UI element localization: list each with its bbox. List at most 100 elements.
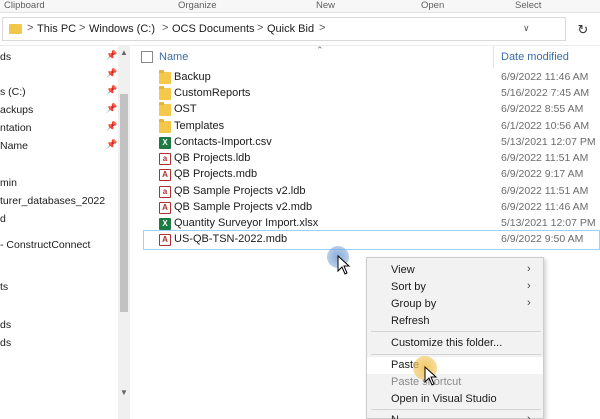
nav-item-label: ts bbox=[0, 281, 9, 293]
scroll-up-icon[interactable]: ▲ bbox=[120, 48, 128, 57]
file-name: QB Sample Projects v2.mdb bbox=[174, 201, 313, 213]
file-date: 5/13/2021 12:07 PM bbox=[501, 217, 596, 229]
mouse-pointer-icon bbox=[424, 366, 438, 386]
breadcrumb-windows-c[interactable]: Windows (C:) bbox=[89, 23, 155, 35]
file-date: 6/9/2022 11:51 AM bbox=[501, 152, 589, 164]
column-name-header[interactable]: Name bbox=[159, 51, 188, 63]
menu-item-label: Group by bbox=[391, 298, 437, 310]
file-row[interactable]: Templates 6/1/2022 10:56 AM bbox=[131, 119, 600, 135]
nav-item-label: turer_databases_2022 bbox=[0, 195, 106, 207]
nav-item[interactable]: ds bbox=[0, 334, 114, 352]
ribbon-group-select: Select bbox=[515, 0, 542, 11]
nav-item[interactable]: ntation bbox=[0, 119, 114, 137]
refresh-icon[interactable]: ↻ bbox=[574, 21, 592, 39]
breadcrumb-separator: > bbox=[27, 22, 34, 34]
menu-item-group-by[interactable]: Group by › bbox=[367, 296, 543, 313]
file-row[interactable]: A QB Sample Projects v2.mdb 6/9/2022 11:… bbox=[131, 200, 600, 216]
file-name: QB Sample Projects v2.ldb bbox=[174, 185, 306, 197]
nav-item[interactable]: d bbox=[0, 210, 114, 228]
column-divider[interactable] bbox=[493, 46, 494, 68]
menu-item-paste[interactable]: Paste bbox=[367, 357, 543, 374]
column-header: Name ⌃ Date modified bbox=[131, 45, 600, 68]
breadcrumb-quick-bid[interactable]: Quick Bid bbox=[267, 23, 314, 35]
folder-icon bbox=[159, 70, 171, 84]
nav-item[interactable]: ds bbox=[0, 316, 114, 334]
pin-icon[interactable]: 📌 bbox=[106, 121, 117, 132]
chevron-down-icon[interactable]: ∨ bbox=[523, 23, 530, 34]
nav-scrollbar[interactable]: ▲ ▼ bbox=[118, 46, 130, 419]
menu-item-label: Refresh bbox=[391, 315, 430, 327]
ribbon-group-labels: Clipboard Organize New Open Select bbox=[0, 0, 600, 13]
file-row[interactable]: OST 6/9/2022 8:55 AM bbox=[131, 102, 600, 118]
file-row[interactable]: A QB Projects.mdb 6/9/2022 9:17 AM bbox=[131, 167, 600, 183]
access-lock-file-icon: a bbox=[159, 153, 171, 165]
nav-item[interactable]: turer_databases_2022 bbox=[0, 192, 114, 210]
file-date: 6/1/2022 10:56 AM bbox=[501, 120, 590, 132]
select-all-checkbox[interactable] bbox=[141, 51, 153, 63]
pin-icon[interactable]: 📌 bbox=[106, 103, 117, 114]
file-row[interactable]: CustomReports 5/16/2022 7:45 AM bbox=[131, 86, 600, 102]
ribbon-group-organize: Organize bbox=[178, 0, 217, 11]
scroll-down-icon[interactable]: ▼ bbox=[120, 388, 128, 397]
pin-icon[interactable]: 📌 bbox=[106, 85, 117, 96]
address-bar[interactable]: > This PC > Windows (C:) > OCS Documents… bbox=[2, 17, 566, 41]
file-date: 6/9/2022 9:50 AM bbox=[501, 233, 584, 245]
chevron-right-icon: › bbox=[527, 297, 531, 309]
nav-item[interactable]: ts bbox=[0, 278, 114, 296]
pin-icon[interactable]: 📌 bbox=[106, 68, 117, 79]
nav-item-label: ntation bbox=[0, 122, 32, 134]
file-row-selected[interactable]: A US-QB-TSN-2022.mdb 6/9/2022 9:50 AM bbox=[131, 230, 600, 250]
menu-item-label: Open in Visual Studio bbox=[391, 393, 497, 405]
menu-item-refresh[interactable]: Refresh bbox=[367, 313, 543, 330]
menu-item-sort-by[interactable]: Sort by › bbox=[367, 279, 543, 296]
breadcrumb-separator: > bbox=[257, 22, 264, 34]
address-row: > This PC > Windows (C:) > OCS Documents… bbox=[0, 14, 600, 46]
file-row[interactable]: a QB Sample Projects v2.ldb 6/9/2022 11:… bbox=[131, 184, 600, 200]
folder-icon bbox=[159, 102, 171, 116]
sort-ascending-icon: ⌃ bbox=[316, 45, 324, 55]
nav-item[interactable]: min bbox=[0, 174, 114, 192]
nav-item[interactable]: s (C:) bbox=[0, 83, 114, 101]
nav-item-label: ackups bbox=[0, 104, 34, 116]
folder-icon bbox=[159, 119, 171, 133]
file-row[interactable]: a QB Projects.ldb 6/9/2022 11:51 AM bbox=[131, 151, 600, 167]
file-row[interactable]: X Contacts-Import.csv 5/13/2021 12:07 PM bbox=[131, 135, 600, 151]
file-name: Templates bbox=[174, 120, 225, 132]
nav-item[interactable] bbox=[0, 66, 114, 84]
scrollbar-thumb[interactable] bbox=[120, 94, 128, 312]
file-date: 6/9/2022 11:51 AM bbox=[501, 185, 589, 197]
nav-item[interactable]: ds bbox=[0, 48, 114, 66]
breadcrumb-separator: > bbox=[162, 22, 169, 34]
nav-item-label: - ConstructConnect bbox=[0, 239, 91, 251]
pin-icon[interactable]: 📌 bbox=[106, 139, 117, 150]
nav-item-label: min bbox=[0, 177, 17, 189]
access-database-icon: A bbox=[159, 169, 171, 181]
menu-item-open-in-visual-studio[interactable]: Open in Visual Studio bbox=[367, 391, 543, 408]
folder-icon bbox=[9, 24, 22, 34]
chevron-right-icon: › bbox=[527, 263, 531, 275]
file-name: CustomReports bbox=[174, 87, 251, 99]
access-database-icon: A bbox=[159, 202, 171, 214]
column-date-header[interactable]: Date modified bbox=[501, 51, 569, 63]
nav-item-label: ds bbox=[0, 337, 12, 349]
breadcrumb-this-pc[interactable]: This PC bbox=[37, 23, 76, 35]
menu-item-customize-folder[interactable]: Customize this folder... bbox=[367, 335, 543, 352]
menu-item-view[interactable]: View › bbox=[367, 262, 543, 279]
breadcrumb-ocs-documents[interactable]: OCS Documents bbox=[172, 23, 255, 35]
nav-item-label: s (C:) bbox=[0, 86, 26, 98]
file-row[interactable]: Backup 6/9/2022 11:46 AM bbox=[131, 70, 600, 86]
pin-icon[interactable]: 📌 bbox=[106, 50, 117, 61]
folder-icon bbox=[159, 86, 171, 100]
menu-item-label: N bbox=[391, 414, 399, 419]
nav-item-label: d bbox=[0, 213, 6, 225]
file-name: QB Projects.mdb bbox=[174, 168, 258, 180]
menu-item-new[interactable]: N › bbox=[367, 412, 543, 419]
file-name: US-QB-TSN-2022.mdb bbox=[174, 233, 288, 245]
menu-item-paste-shortcut[interactable]: Paste shortcut bbox=[367, 374, 543, 391]
nav-item[interactable]: - ConstructConnect bbox=[0, 236, 114, 254]
nav-item[interactable]: Name bbox=[0, 137, 114, 155]
breadcrumb-separator: > bbox=[319, 22, 326, 34]
ribbon-group-clipboard: Clipboard bbox=[4, 0, 45, 11]
nav-item[interactable]: ackups bbox=[0, 101, 114, 119]
nav-item-label: ds bbox=[0, 51, 12, 63]
